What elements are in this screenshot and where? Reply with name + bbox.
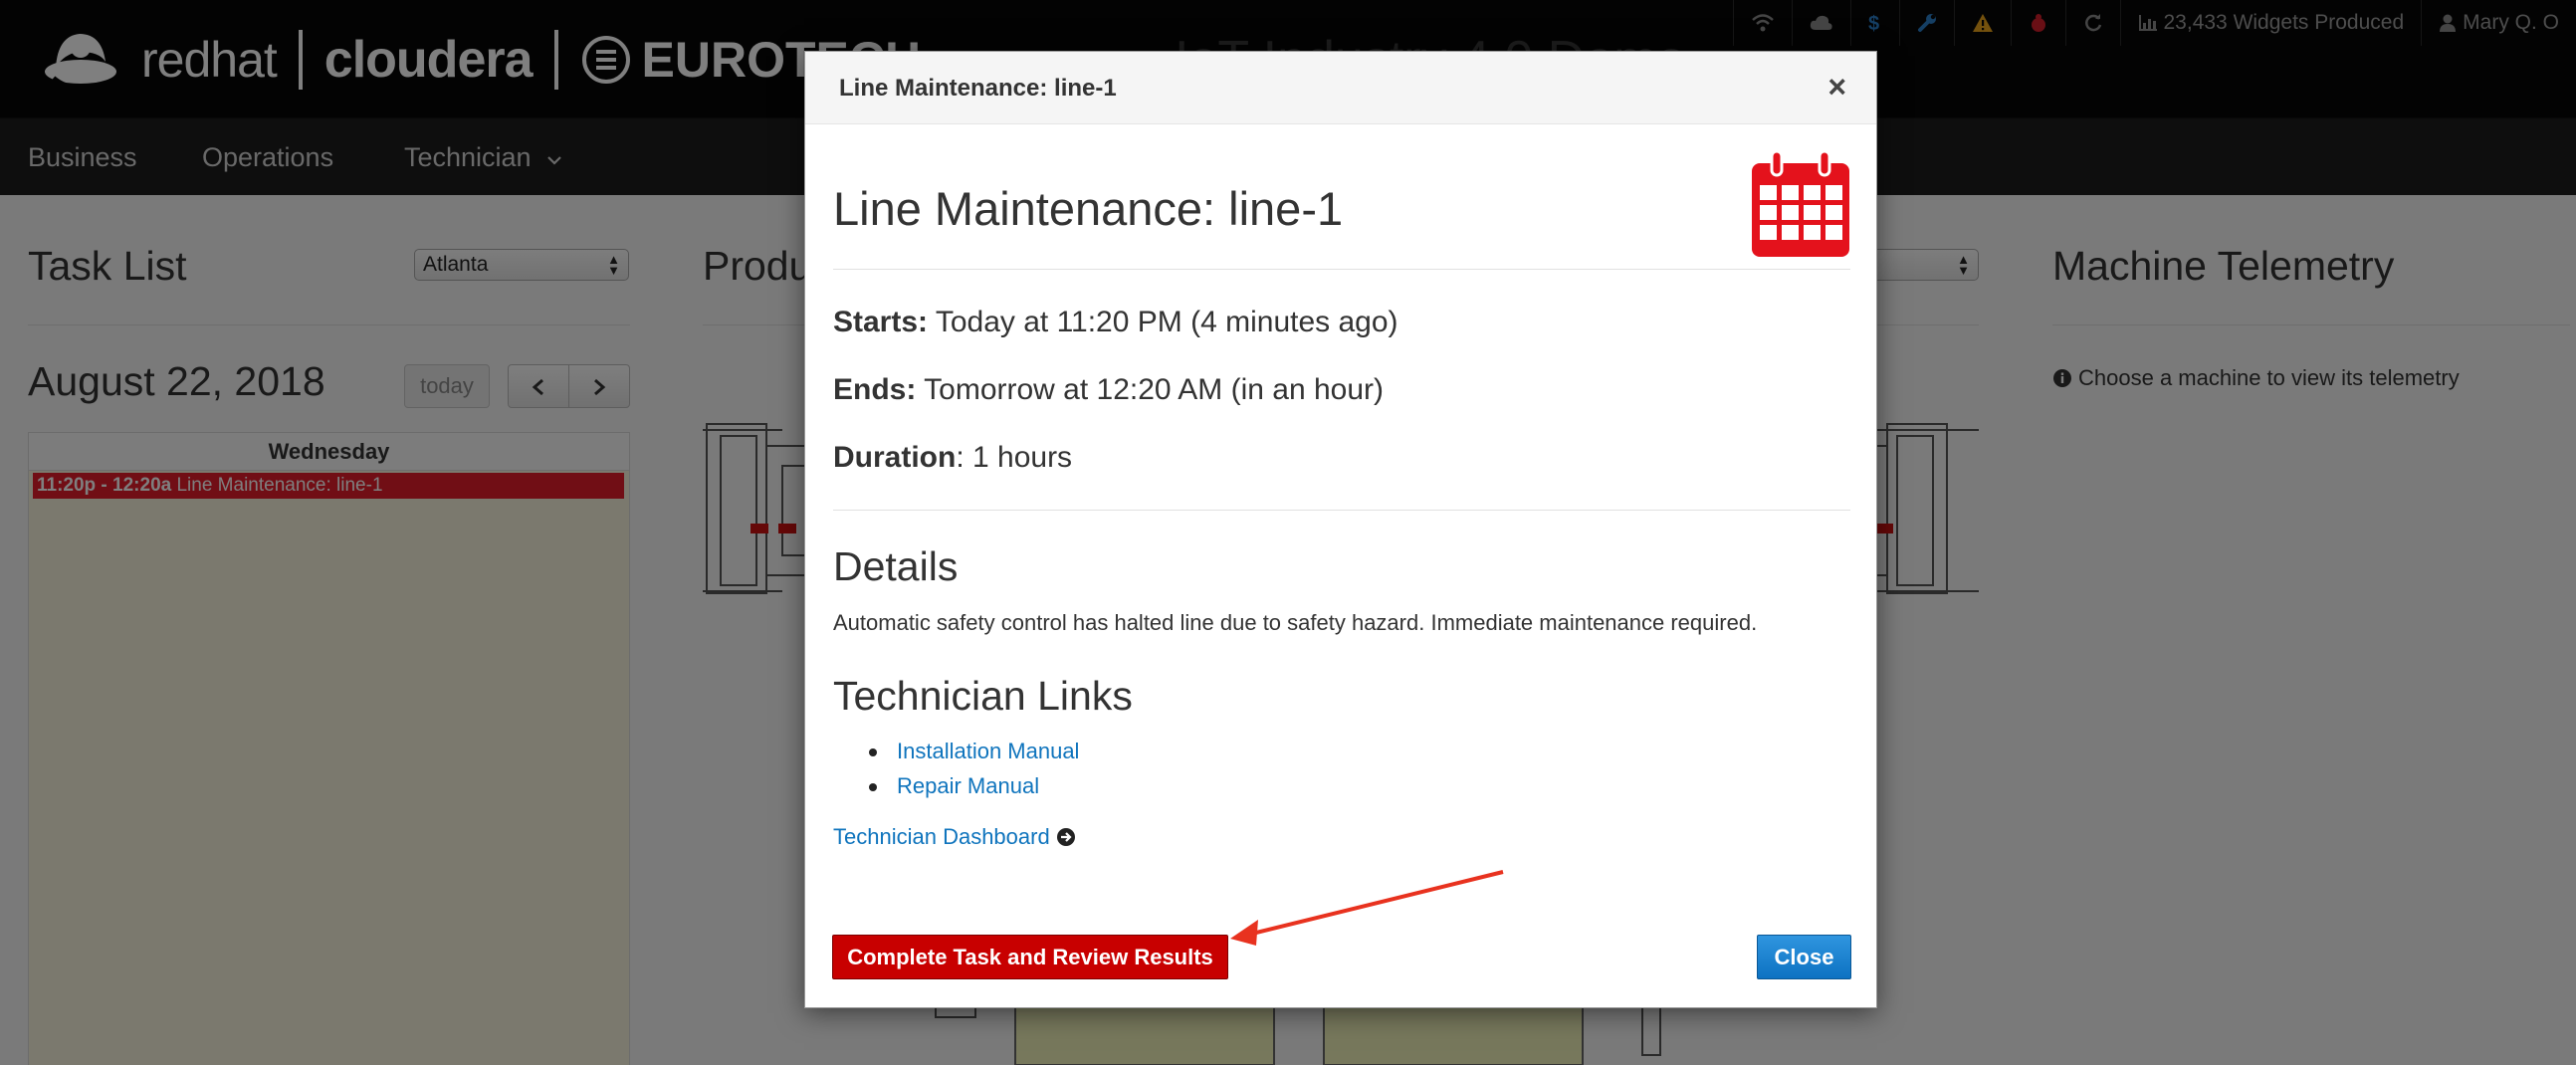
technician-links-heading: Technician Links — [833, 673, 1133, 719]
details-heading: Details — [833, 543, 959, 589]
modal-divider — [833, 269, 1850, 270]
list-item: Installation Manual — [869, 739, 1079, 773]
starts-row: Starts: Today at 11:20 PM (4 minutes ago… — [833, 306, 1398, 339]
modal-header: Line Maintenance: line-1 × — [805, 52, 1876, 124]
installation-manual-link[interactable]: Installation Manual — [897, 739, 1079, 763]
technician-dashboard-label: Technician Dashboard — [833, 824, 1050, 849]
line-maintenance-modal: Line Maintenance: line-1 × Line Maintena… — [804, 51, 1877, 1008]
duration-value: : 1 hours — [956, 441, 1073, 474]
duration-row: Duration: 1 hours — [833, 441, 1072, 475]
duration-label: Duration — [833, 441, 957, 474]
list-item: Repair Manual — [869, 773, 1079, 808]
starts-value: Today at 11:20 PM (4 minutes ago) — [935, 306, 1398, 338]
modal-close-x-button[interactable]: × — [1827, 70, 1846, 104]
ends-label: Ends: — [833, 373, 917, 406]
calendar-icon — [1752, 151, 1849, 257]
complete-task-button[interactable]: Complete Task and Review Results — [832, 935, 1228, 979]
arrow-circle-right-icon — [1056, 828, 1075, 846]
ends-row: Ends: Tomorrow at 12:20 AM (in an hour) — [833, 373, 1384, 407]
technician-dashboard-link[interactable]: Technician Dashboard — [833, 824, 1076, 850]
modal-divider — [833, 510, 1850, 511]
close-button[interactable]: Close — [1757, 935, 1851, 979]
starts-label: Starts: — [833, 306, 929, 338]
repair-manual-link[interactable]: Repair Manual — [897, 773, 1039, 798]
technician-links-list: Installation Manual Repair Manual — [869, 739, 1079, 808]
modal-header-title: Line Maintenance: line-1 — [839, 75, 1117, 102]
modal-heading: Line Maintenance: line-1 — [833, 182, 1344, 235]
details-text: Automatic safety control has halted line… — [833, 610, 1758, 635]
ends-value: Tomorrow at 12:20 AM (in an hour) — [924, 373, 1385, 406]
